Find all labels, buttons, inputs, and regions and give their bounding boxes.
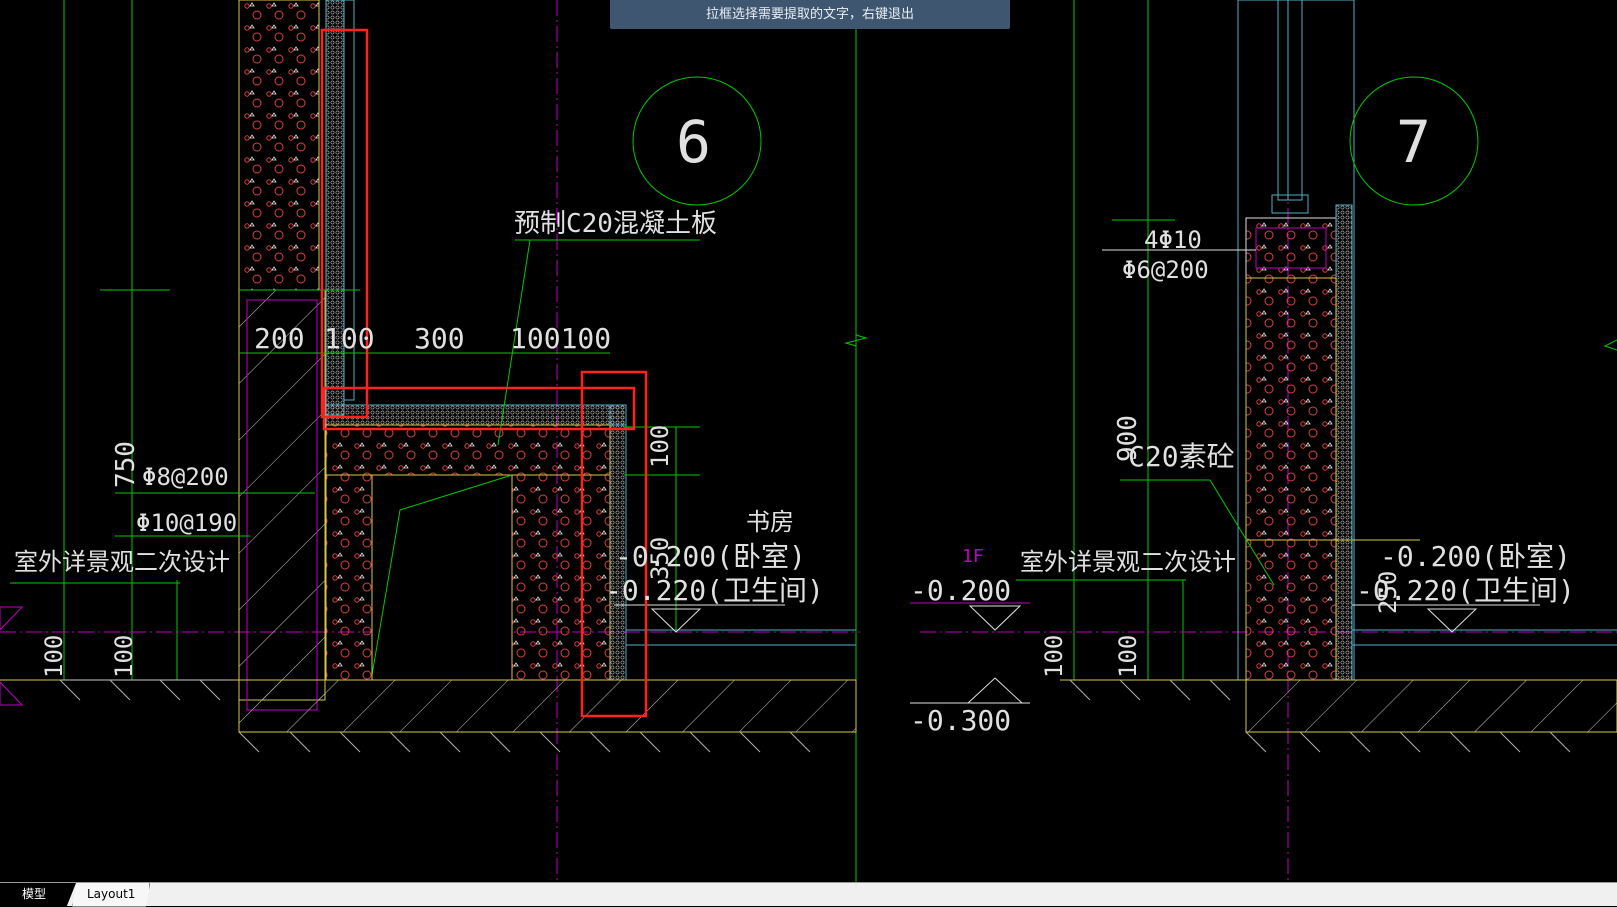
level-bedroom-left: -0.200(卧室) bbox=[615, 540, 806, 573]
dim-100-l1: 100 bbox=[40, 635, 68, 678]
rebar-phi6: Φ6@200 bbox=[1122, 256, 1209, 284]
dim-200: 200 bbox=[254, 322, 305, 355]
cad-drawing-canvas[interactable]: 6 7 预制C20混凝土板 200 100 300 100100 750 100… bbox=[0, 0, 1617, 882]
detail-6 bbox=[0, 0, 868, 882]
level-bedroom-right: -0.200(卧室) bbox=[1380, 540, 1571, 573]
detail-number-7: 7 bbox=[1396, 108, 1431, 176]
level-bathroom-left: -0.220(卫生间) bbox=[605, 574, 824, 607]
dim-100-l2: 100 bbox=[110, 635, 138, 678]
tab-layout1[interactable]: Layout1 bbox=[72, 883, 151, 907]
dim-100-r1: 100 bbox=[1040, 635, 1068, 678]
dim-100100: 100100 bbox=[510, 322, 611, 355]
level-minus-0300: -0.300 bbox=[910, 704, 1011, 737]
layout-tab-bar: 模型 Layout1 bbox=[0, 882, 1617, 907]
detail-number-6: 6 bbox=[676, 108, 711, 176]
c20-plain-concrete: C20素砼 bbox=[1128, 440, 1235, 473]
outdoor-note-right: 室外详景观二次设计 bbox=[1020, 548, 1236, 576]
dim-300: 300 bbox=[414, 322, 465, 355]
dim-100a: 100 bbox=[324, 322, 375, 355]
study-room-label: 书房 bbox=[746, 508, 794, 536]
outdoor-note-left: 室外详景观二次设计 bbox=[14, 548, 230, 576]
tab-model[interactable]: 模型 bbox=[0, 883, 76, 906]
level-minus-0200: -0.200 bbox=[910, 574, 1011, 607]
rebar-4phi10: 4Φ10 bbox=[1144, 226, 1202, 254]
command-tooltip: 拉框选择需要提取的文字，右键退出 bbox=[610, 0, 1010, 29]
rebar-phi8: Φ8@200 bbox=[142, 463, 229, 491]
dim-750: 750 bbox=[111, 441, 141, 488]
precast-slab-label: 预制C20混凝土板 bbox=[514, 209, 717, 239]
rebar-phi10: Φ10@190 bbox=[136, 509, 237, 537]
dim-250: 250 bbox=[1374, 571, 1402, 614]
dim-100-r2: 100 bbox=[1114, 635, 1142, 678]
floor-tag-1f: 1F bbox=[962, 546, 984, 567]
detail-7 bbox=[910, 0, 1617, 882]
dim-100-vertical: 100 bbox=[646, 425, 674, 468]
